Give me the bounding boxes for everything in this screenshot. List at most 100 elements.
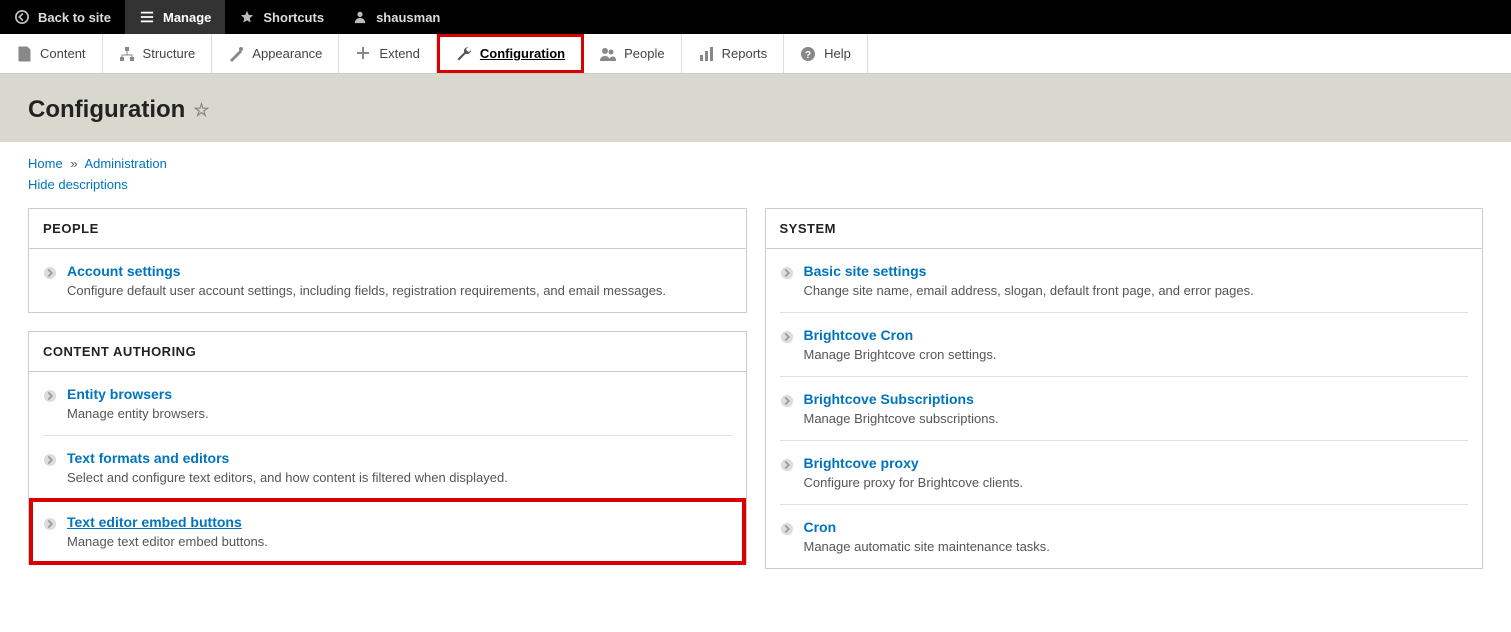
chevron-right-icon bbox=[43, 517, 57, 531]
entry-link[interactable]: Basic site settings bbox=[804, 263, 927, 279]
entry-text: Account settings Configure default user a… bbox=[67, 263, 732, 298]
admin-tab-reports[interactable]: Reports bbox=[682, 34, 785, 73]
structure-icon bbox=[119, 46, 135, 62]
config-panel: PEOPLE Account settings Configure default … bbox=[28, 208, 747, 313]
config-entry: Entity browsers Manage entity browsers. bbox=[43, 372, 732, 436]
entry-description: Manage Brightcove cron settings. bbox=[804, 347, 1469, 362]
chevron-right-icon bbox=[780, 458, 794, 472]
admin-tab-configuration[interactable]: Configuration bbox=[437, 34, 584, 73]
panel-body: Account settings Configure default user a… bbox=[29, 249, 746, 312]
admin-tab-label: People bbox=[624, 46, 664, 61]
entry-description: Manage automatic site maintenance tasks. bbox=[804, 539, 1469, 554]
user-label: shausman bbox=[376, 10, 440, 25]
manage-label: Manage bbox=[163, 10, 211, 25]
chevron-right-icon bbox=[780, 330, 794, 344]
entry-link[interactable]: Brightcove Subscriptions bbox=[804, 391, 974, 407]
entry-text: Brightcove proxy Configure proxy for Brig… bbox=[804, 455, 1469, 490]
back-to-site-button[interactable]: Back to site bbox=[0, 0, 125, 34]
right-column: SYSTEM Basic site settingsChange site nam… bbox=[765, 208, 1484, 587]
left-column: PEOPLE Account settings Configure default … bbox=[28, 208, 747, 587]
panel-heading: SYSTEM bbox=[766, 209, 1483, 249]
panel-heading: PEOPLE bbox=[29, 209, 746, 249]
favorite-star-icon[interactable]: ☆ bbox=[193, 100, 209, 121]
entry-link[interactable]: Entity browsers bbox=[67, 386, 172, 402]
admin-menu: Content Structure Appearance Extend Conf… bbox=[0, 34, 1511, 74]
svg-text:?: ? bbox=[805, 50, 811, 61]
config-panel: SYSTEM Basic site settingsChange site nam… bbox=[765, 208, 1484, 569]
manage-button[interactable]: Manage bbox=[125, 0, 225, 34]
config-entry: Brightcove proxy Configure proxy for Brig… bbox=[780, 441, 1469, 505]
star-icon bbox=[239, 9, 255, 25]
user-button[interactable]: shausman bbox=[338, 0, 454, 34]
page-actions: Home » Administration Hide descriptions bbox=[0, 142, 1511, 198]
entry-text: Basic site settingsChange site name, ema… bbox=[804, 263, 1469, 298]
panel-body: Entity browsers Manage entity browsers. Te… bbox=[29, 372, 746, 561]
content-icon bbox=[16, 46, 32, 62]
page-title: Configuration ☆ bbox=[28, 96, 1483, 124]
chevron-right-icon bbox=[43, 389, 57, 403]
shortcuts-label: Shortcuts bbox=[263, 10, 324, 25]
chevron-right-icon bbox=[780, 522, 794, 536]
chevron-right-icon bbox=[43, 453, 57, 467]
config-entry: Text formats and editors Select and confi… bbox=[43, 436, 732, 500]
entry-link[interactable]: Cron bbox=[804, 519, 837, 535]
hamburger-icon bbox=[139, 9, 155, 25]
chevron-right-icon bbox=[780, 266, 794, 280]
entry-link[interactable]: Text formats and editors bbox=[67, 450, 229, 466]
panel-heading: CONTENT AUTHORING bbox=[29, 332, 746, 372]
entry-text: Text formats and editors Select and confi… bbox=[67, 450, 732, 485]
entry-description: Configure proxy for Brightcove clients. bbox=[804, 475, 1469, 490]
entry-description: Configure default user account settings,… bbox=[67, 283, 732, 298]
config-entry: Account settings Configure default user a… bbox=[43, 249, 732, 312]
entry-text: Brightcove Cron Manage Brightcove cron se… bbox=[804, 327, 1469, 362]
entry-text: Brightcove Subscriptions Manage Brightcov… bbox=[804, 391, 1469, 426]
config-panels: PEOPLE Account settings Configure default … bbox=[0, 198, 1511, 615]
entry-description: Manage text editor embed buttons. bbox=[67, 534, 732, 549]
panel-body: Basic site settingsChange site name, ema… bbox=[766, 249, 1483, 568]
hide-descriptions-link[interactable]: Hide descriptions bbox=[28, 177, 128, 192]
config-panel: CONTENT AUTHORING Entity browsers Manage e… bbox=[28, 331, 747, 564]
shortcuts-button[interactable]: Shortcuts bbox=[225, 0, 338, 34]
chevron-right-icon bbox=[780, 394, 794, 408]
entry-description: Select and configure text editors, and h… bbox=[67, 470, 732, 485]
help-icon: ? bbox=[800, 46, 816, 62]
admin-tab-appearance[interactable]: Appearance bbox=[212, 34, 339, 73]
admin-tab-label: Structure bbox=[143, 46, 196, 61]
user-icon bbox=[352, 9, 368, 25]
admin-tab-label: Configuration bbox=[480, 46, 565, 61]
admin-tab-label: Content bbox=[40, 46, 86, 61]
admin-tab-structure[interactable]: Structure bbox=[103, 34, 213, 73]
config-entry: Cron Manage automatic site maintenance ta… bbox=[780, 505, 1469, 568]
reports-icon bbox=[698, 46, 714, 62]
extend-icon bbox=[355, 46, 371, 62]
appearance-icon bbox=[228, 46, 244, 62]
entry-description: Manage entity browsers. bbox=[67, 406, 732, 421]
admin-tab-content[interactable]: Content bbox=[0, 34, 103, 73]
entry-text: Cron Manage automatic site maintenance ta… bbox=[804, 519, 1469, 554]
entry-text: Text editor embed buttons Manage text edi… bbox=[67, 514, 732, 549]
config-entry: Basic site settingsChange site name, ema… bbox=[780, 249, 1469, 313]
page-title-text: Configuration bbox=[28, 96, 185, 124]
admin-tab-help[interactable]: ? Help bbox=[784, 34, 868, 73]
back-to-site-label: Back to site bbox=[38, 10, 111, 25]
back-icon bbox=[14, 9, 30, 25]
admin-tab-extend[interactable]: Extend bbox=[339, 34, 436, 73]
entry-link[interactable]: Brightcove Cron bbox=[804, 327, 914, 343]
breadcrumb-admin[interactable]: Administration bbox=[84, 156, 166, 171]
config-entry: Brightcove Cron Manage Brightcove cron se… bbox=[780, 313, 1469, 377]
admin-tab-label: Help bbox=[824, 46, 851, 61]
chevron-right-icon bbox=[43, 266, 57, 280]
entry-link[interactable]: Account settings bbox=[67, 263, 181, 279]
wrench-icon bbox=[456, 46, 472, 62]
admin-tab-label: Extend bbox=[379, 46, 419, 61]
admin-tab-label: Appearance bbox=[252, 46, 322, 61]
admin-tab-label: Reports bbox=[722, 46, 768, 61]
entry-link[interactable]: Text editor embed buttons bbox=[67, 514, 242, 530]
config-entry: Text editor embed buttons Manage text edi… bbox=[33, 502, 742, 561]
entry-link[interactable]: Brightcove proxy bbox=[804, 455, 919, 471]
people-icon bbox=[600, 46, 616, 62]
entry-description: Manage Brightcove subscriptions. bbox=[804, 411, 1469, 426]
breadcrumb-home[interactable]: Home bbox=[28, 156, 63, 171]
admin-tab-people[interactable]: People bbox=[584, 34, 681, 73]
page-header: Configuration ☆ bbox=[0, 74, 1511, 142]
